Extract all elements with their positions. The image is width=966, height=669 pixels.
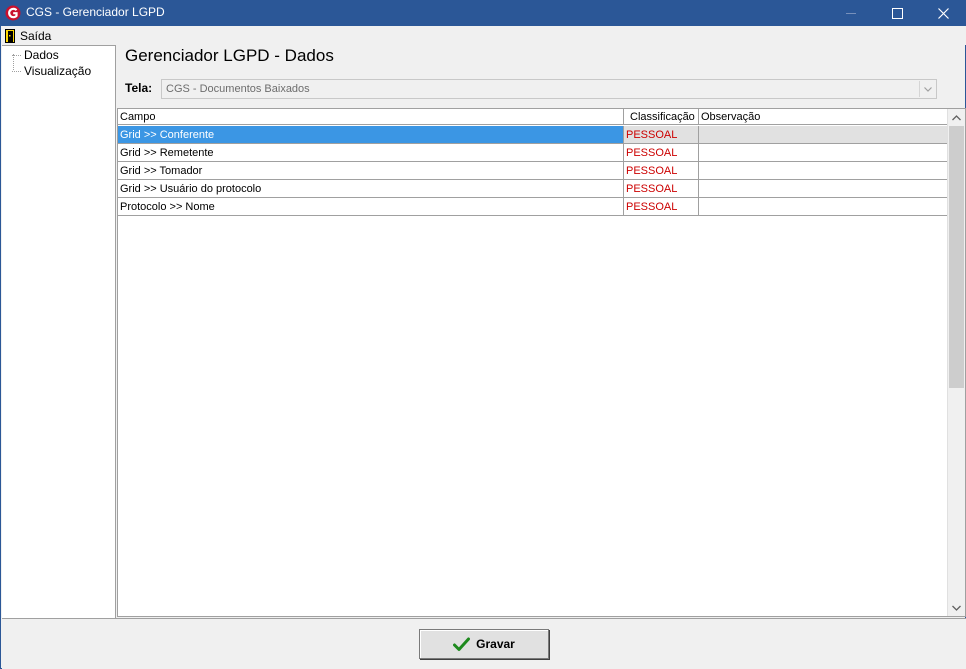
tree-connector (12, 54, 21, 56)
table-row[interactable]: Protocolo >> Nome PESSOAL (118, 198, 948, 216)
data-grid[interactable]: Campo Classificação Observação Grid >> C… (117, 108, 966, 617)
column-header-observacao[interactable]: Observação (699, 109, 948, 125)
cell-classificacao[interactable]: PESSOAL (624, 144, 699, 162)
column-header-campo[interactable]: Campo (118, 109, 624, 125)
cell-campo[interactable]: Grid >> Usuário do protocolo (118, 180, 624, 198)
window-title: CGS - Gerenciador LGPD (26, 5, 165, 19)
page-title: Gerenciador LGPD - Dados (125, 46, 334, 65)
chevron-down-icon (952, 605, 961, 611)
sidebar-item-visualizacao[interactable]: Visualização (12, 63, 91, 79)
cell-classificacao[interactable]: PESSOAL (624, 180, 699, 198)
cell-classificacao[interactable]: PESSOAL (624, 162, 699, 180)
sidebar-item-label: Visualização (24, 64, 92, 78)
cell-campo[interactable]: Grid >> Remetente (118, 144, 624, 162)
chevron-down-icon (923, 86, 932, 92)
tela-select[interactable]: CGS - Documentos Baixados (161, 79, 937, 99)
table-row[interactable]: Grid >> Usuário do protocolo PESSOAL (118, 180, 948, 198)
table-row[interactable]: Grid >> Conferente PESSOAL (118, 126, 948, 144)
menu-item-label: Saída (20, 28, 52, 43)
cell-observacao[interactable] (699, 198, 948, 216)
cell-observacao[interactable] (699, 126, 948, 144)
table-row[interactable]: Grid >> Tomador PESSOAL (118, 162, 948, 180)
cell-observacao[interactable] (699, 144, 948, 162)
menu-item-saida[interactable]: Saída (5, 27, 51, 44)
title-bar[interactable]: CGS - Gerenciador LGPD (1, 0, 966, 26)
footer-bar: Gravar (2, 618, 966, 669)
cell-classificacao[interactable]: PESSOAL (624, 126, 699, 144)
close-icon (937, 7, 949, 19)
exit-door-icon (5, 28, 15, 43)
tela-label: Tela: (125, 81, 153, 95)
app-window: CGS - Gerenciador LGPD Saída Dados Visua… (0, 0, 966, 669)
tela-selected-value: CGS - Documentos Baixados (166, 83, 310, 95)
column-header-classificacao[interactable]: Classificação (624, 109, 699, 125)
cell-observacao[interactable] (699, 162, 948, 180)
sidebar-item-dados[interactable]: Dados (12, 47, 59, 63)
scroll-thumb[interactable] (949, 126, 964, 388)
cell-classificacao[interactable]: PESSOAL (624, 198, 699, 216)
menu-bar: Saída (2, 26, 966, 45)
close-button[interactable] (920, 0, 966, 26)
cell-campo[interactable]: Grid >> Tomador (118, 162, 624, 180)
save-button[interactable]: Gravar (419, 629, 549, 659)
vertical-scrollbar[interactable] (947, 109, 965, 616)
table-row[interactable]: Grid >> Remetente PESSOAL (118, 144, 948, 162)
tree-connector (12, 70, 21, 72)
sidebar-item-label: Dados (24, 48, 59, 62)
dropdown-button[interactable] (919, 81, 935, 97)
cell-observacao[interactable] (699, 180, 948, 198)
cgs-logo-icon (5, 5, 21, 21)
cell-campo[interactable]: Grid >> Conferente (118, 126, 624, 144)
minimize-button[interactable] (828, 0, 874, 26)
scroll-down-button[interactable] (948, 599, 965, 616)
maximize-button[interactable] (874, 0, 920, 26)
grid-header: Campo Classificação Observação (118, 109, 948, 126)
cell-campo[interactable]: Protocolo >> Nome (118, 198, 624, 216)
save-button-label: Gravar (476, 637, 515, 651)
chevron-up-icon (952, 114, 961, 120)
checkmark-icon (453, 637, 471, 651)
maximize-icon (891, 7, 903, 19)
scroll-up-button[interactable] (948, 109, 965, 126)
sidebar-tree: Dados Visualização (2, 45, 116, 618)
minimize-icon (846, 12, 856, 14)
